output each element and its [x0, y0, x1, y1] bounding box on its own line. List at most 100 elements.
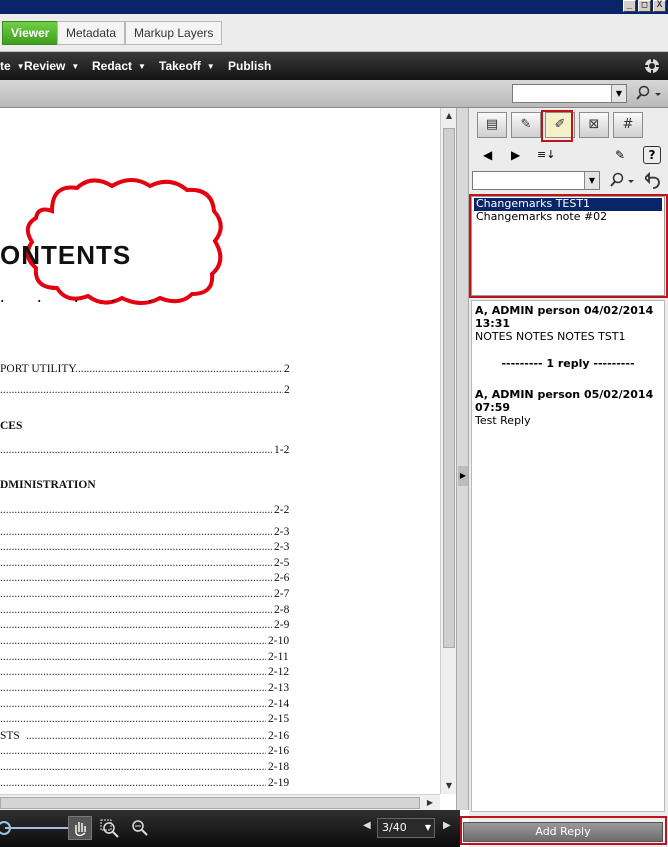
chevron-down-icon[interactable]: ▼	[584, 172, 599, 189]
scroll-up-arrow-icon[interactable]: ▲	[441, 108, 457, 124]
toc-page-number: 1-2	[274, 444, 290, 456]
markup-search-icon[interactable]	[609, 172, 637, 190]
panel-splitter[interactable]: ▶	[456, 108, 469, 810]
menu-item-publish[interactable]: Publish	[228, 59, 271, 73]
toc-page-number: 2	[284, 363, 290, 375]
reply-body: Test Reply	[475, 414, 531, 427]
toc-page-number: 2-9	[274, 619, 290, 631]
menu-item-truncated[interactable]: te ▼	[0, 59, 25, 73]
note-author-date: A, ADMIN person 04/02/2014 13:31	[475, 304, 654, 330]
next-markup-arrow-icon[interactable]: ▶	[511, 148, 520, 162]
toc-page-number: 2-11	[268, 651, 289, 663]
vertical-scrollbar[interactable]: ▲ ▼	[440, 108, 456, 794]
toc-page-number: 2-18	[268, 761, 290, 773]
menu-item-redact[interactable]: Redact ▼	[92, 59, 146, 73]
toc-leader-dots: ........................................…	[0, 619, 272, 631]
pan-hand-icon[interactable]	[68, 816, 92, 840]
panel-tab-layers-icon[interactable]: ⊠	[579, 112, 609, 138]
undo-icon[interactable]	[645, 172, 663, 190]
toc-leader-dots: ........................................…	[26, 730, 266, 742]
panel-tab-pages-icon[interactable]: ▤	[477, 112, 507, 138]
toc-entry: STS	[0, 730, 20, 742]
close-button[interactable]: X	[653, 0, 666, 12]
toc-page-number: 2-13	[268, 682, 290, 694]
prev-page-arrow-icon[interactable]: ◀	[363, 820, 371, 831]
toc-leader-dots: ........................................…	[0, 698, 266, 710]
menu-item-takeoff[interactable]: Takeoff ▼	[159, 59, 215, 73]
zoom-slider[interactable]	[0, 818, 70, 838]
tab-metadata[interactable]: Metadata	[57, 21, 126, 45]
menu-item-review[interactable]: Review ▼	[24, 59, 79, 73]
maximize-button[interactable]: □	[638, 0, 651, 12]
toc-leader-dots: ........................................…	[0, 384, 283, 396]
settings-gear-icon[interactable]	[644, 58, 660, 74]
highlight-box	[541, 110, 573, 142]
panel-tab-markup-tools-icon[interactable]: ✎	[511, 112, 541, 138]
edit-note-icon[interactable]: ✎	[615, 148, 625, 162]
tab-viewer[interactable]: Viewer	[2, 21, 59, 45]
toc-page-number: 2	[284, 384, 290, 396]
secondary-toolbar: ▼	[0, 80, 668, 108]
page-selector[interactable]: 3/40 ▼	[377, 818, 435, 838]
next-page-arrow-icon[interactable]: ▶	[443, 820, 451, 831]
chevron-down-icon[interactable]: ▼	[425, 819, 431, 837]
note-body: NOTES NOTES NOTES TST1	[475, 330, 626, 343]
scroll-down-arrow-icon[interactable]: ▼	[441, 778, 457, 794]
toc-leader-dots: ........................................…	[0, 504, 272, 516]
toc-page-number: 2-2	[274, 504, 290, 516]
prev-markup-arrow-icon[interactable]: ◀	[483, 148, 492, 162]
toc-leader-dots: ........................................…	[0, 745, 266, 757]
panel-tab-measure-icon[interactable]: #	[613, 112, 643, 138]
toc-leader-dots: ........................................…	[0, 682, 266, 694]
reply-author-date: A, ADMIN person 05/02/2014 07:59	[475, 388, 654, 414]
status-bar: ◀ 3/40 ▼ ▶	[0, 810, 460, 847]
toc-leader-dots: ........................................…	[0, 635, 266, 647]
toc-leader-dots: ........................................…	[75, 363, 283, 375]
toc-leader-dots: ........................................…	[0, 777, 266, 789]
toc-page-number: 2-8	[274, 604, 290, 616]
search-icon[interactable]	[635, 85, 663, 103]
notes-panel: A, ADMIN person 04/02/2014 13:31 NOTES N…	[471, 300, 665, 812]
toc-page-number: 2-14	[268, 698, 290, 710]
toc-entry: PORT UTILITY	[0, 363, 77, 375]
document-viewer[interactable]: ONTENTS . . . . . PORT UTILITY .........…	[0, 108, 440, 794]
toc-heading-dots: . . . . .	[0, 286, 167, 306]
toc-leader-dots: ........................................…	[0, 604, 272, 616]
toc-leader-dots: ........................................…	[0, 651, 266, 663]
toc-page-number: 2-12	[268, 666, 290, 678]
window-titlebar: _ □ X	[0, 0, 668, 14]
toc-leader-dots: ........................................…	[0, 526, 272, 538]
caret-down-icon: ▼	[206, 62, 215, 71]
zoom-out-icon[interactable]	[130, 818, 150, 838]
help-icon[interactable]: ?	[643, 146, 661, 164]
collapse-arrow-icon[interactable]: ▶	[458, 466, 468, 486]
view-combo[interactable]: ▼	[512, 84, 627, 103]
scrollbar-thumb[interactable]	[0, 797, 420, 809]
chevron-down-icon[interactable]: ▼	[611, 85, 626, 102]
markup-filter-combo[interactable]: ▼	[472, 171, 600, 190]
tab-markup-layers[interactable]: Markup Layers	[125, 21, 223, 45]
add-reply-area: Add Reply	[460, 816, 667, 845]
zoom-window-icon[interactable]	[99, 818, 121, 838]
toc-leader-dots: ........................................…	[0, 761, 266, 773]
list-icon[interactable]: ≡↓	[537, 148, 555, 161]
caret-down-icon: ▼	[138, 62, 146, 71]
main-tabs: Viewer Metadata Markup Layers	[0, 14, 668, 52]
minimize-button[interactable]: _	[623, 0, 636, 12]
toc-page-number: 2-15	[268, 713, 290, 725]
toc-page-number: 2-10	[268, 635, 290, 647]
toc-page-number: 2-5	[274, 557, 290, 569]
markup-panel: ▤ ✎ ✐ ⊠ # ◀ ▶ ≡↓ ✎ ? ▼ Changemarks TEST1…	[460, 108, 668, 847]
horizontal-scrollbar[interactable]: ▶	[0, 794, 440, 810]
toc-leader-dots: ........................................…	[0, 588, 272, 600]
highlight-box	[469, 194, 668, 298]
scroll-right-arrow-icon[interactable]: ▶	[422, 795, 438, 811]
toc-leader-dots: ........................................…	[0, 572, 272, 584]
toc-page-number: 2-16	[268, 745, 290, 757]
toc-page-number: 2-3	[274, 541, 290, 553]
menu-bar: te ▼ Review ▼ Redact ▼ Takeoff ▼ Publish	[0, 52, 668, 80]
toc-leader-dots: ........................................…	[0, 713, 266, 725]
toc-leader-dots: ........................................…	[0, 444, 272, 456]
toc-leader-dots: ........................................…	[0, 557, 272, 569]
scrollbar-thumb[interactable]	[443, 128, 455, 648]
